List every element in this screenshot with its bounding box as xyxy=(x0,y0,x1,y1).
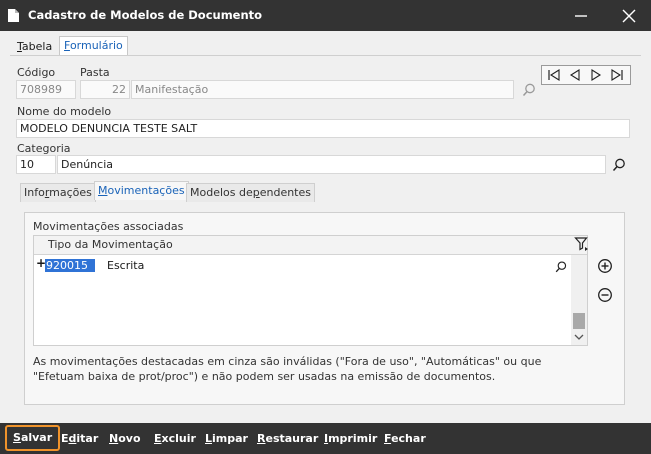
table-row[interactable]: + 920015 Escrita xyxy=(34,255,571,274)
close-button[interactable]: Fechar xyxy=(381,430,429,448)
minimize-icon[interactable] xyxy=(571,6,591,26)
subtab-movimentacoes[interactable]: Movimentações xyxy=(94,181,189,200)
scroll-down-icon[interactable] xyxy=(574,333,584,341)
row-code[interactable]: 920015 xyxy=(45,259,95,272)
nome-label: Nome do modelo xyxy=(17,105,112,118)
codigo-field[interactable]: 708989 xyxy=(16,80,76,99)
tab-formulario[interactable]: Formulário xyxy=(59,36,128,55)
search-icon[interactable] xyxy=(611,157,627,173)
bottom-toolbar: Salvar Editar Novo Excluir Limpar Restau… xyxy=(0,423,651,454)
codigo-label: Código xyxy=(17,66,56,79)
first-record-icon[interactable] xyxy=(545,68,563,82)
nome-modelo-field[interactable]: MODELO DENUNCIA TESTE SALT xyxy=(16,119,630,138)
close-icon[interactable] xyxy=(619,6,639,26)
subtab-informacoes[interactable]: Informações xyxy=(20,183,96,202)
next-record-icon[interactable] xyxy=(587,68,605,82)
filter-icon[interactable] xyxy=(574,236,590,252)
title-bar: Cadastro de Modelos de Documento xyxy=(0,0,651,31)
grid-header: Tipo da Movimentação xyxy=(34,236,587,255)
scrollbar-thumb[interactable] xyxy=(573,313,585,329)
row-name: Escrita xyxy=(107,259,145,272)
tab-tabela[interactable]: Tabela xyxy=(12,37,57,56)
pasta-code-field[interactable]: 22 xyxy=(80,80,130,99)
categoria-label: Categoria xyxy=(17,142,71,155)
column-header-tipo[interactable]: Tipo da Movimentação xyxy=(48,238,173,251)
search-icon[interactable] xyxy=(554,260,568,274)
edit-button[interactable]: Editar xyxy=(58,430,101,448)
movimentacoes-info-text: As movimentações destacadas em cinza são… xyxy=(33,355,542,383)
record-navigator xyxy=(541,65,631,85)
movimentacoes-grid: Tipo da Movimentação + 920015 Escrita xyxy=(33,235,588,346)
categoria-code-field[interactable]: 10 xyxy=(16,155,56,174)
categoria-name-field[interactable]: Denúncia xyxy=(57,155,606,174)
search-icon[interactable] xyxy=(521,82,537,98)
window-title: Cadastro de Modelos de Documento xyxy=(28,8,263,22)
last-record-icon[interactable] xyxy=(608,68,626,82)
add-circle-icon[interactable] xyxy=(597,258,613,274)
pasta-name-field[interactable]: Manifestação xyxy=(131,80,514,99)
clear-button[interactable]: Limpar xyxy=(202,430,251,448)
tab-divider xyxy=(10,55,641,56)
new-button[interactable]: Novo xyxy=(106,430,144,448)
delete-button[interactable]: Excluir xyxy=(151,430,199,448)
save-button[interactable]: Salvar xyxy=(5,425,61,451)
remove-circle-icon[interactable] xyxy=(597,287,613,303)
previous-record-icon[interactable] xyxy=(566,68,584,82)
document-app-icon xyxy=(8,9,19,22)
movimentacoes-group-label: Movimentações associadas xyxy=(33,220,184,233)
grid-scrollbar[interactable] xyxy=(571,255,587,345)
print-button[interactable]: Imprimir xyxy=(321,430,380,448)
subtab-modelos-dependentes[interactable]: Modelos dependentes xyxy=(186,183,315,202)
restore-button[interactable]: Restaurar xyxy=(254,430,321,448)
pasta-label: Pasta xyxy=(80,66,110,79)
